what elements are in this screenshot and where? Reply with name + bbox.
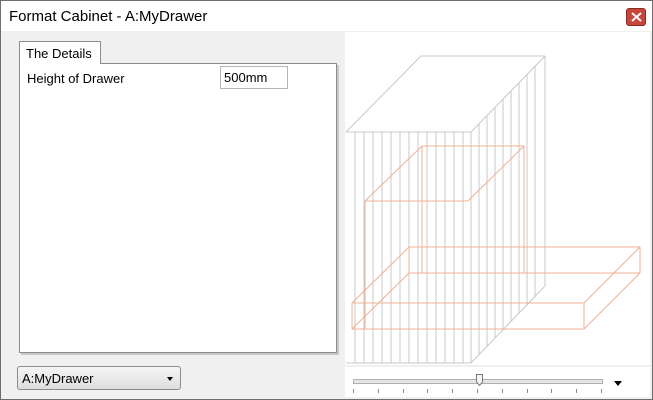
wireframe-edge xyxy=(470,55,546,133)
chevron-down-icon xyxy=(167,377,173,381)
slider-tick xyxy=(353,389,354,393)
wireframe-edge xyxy=(364,145,423,202)
title-bar: Format Cabinet - A:MyDrawer xyxy=(1,1,652,31)
cabinet-wireframe xyxy=(345,55,546,364)
zoom-slider-thumb[interactable] xyxy=(476,374,484,386)
slider-tick xyxy=(452,389,454,393)
slider-tick xyxy=(377,389,379,393)
zoom-slider-area xyxy=(345,367,650,397)
wireframe-preview xyxy=(345,55,641,364)
tab-the-details[interactable]: The Details xyxy=(19,41,101,64)
wireframe-edge xyxy=(467,145,525,202)
object-selector-dropdown[interactable]: A:MyDrawer xyxy=(17,366,181,390)
height-of-drawer-label: Height of Drawer xyxy=(27,71,125,86)
slider-tick xyxy=(501,389,503,393)
window-title: Format Cabinet - A:MyDrawer xyxy=(9,8,208,25)
wireframe-edge xyxy=(470,285,546,364)
slider-tick xyxy=(601,389,602,393)
height-of-drawer-input[interactable] xyxy=(220,66,288,89)
slider-tick xyxy=(551,389,553,393)
tab-label: The Details xyxy=(26,46,92,61)
slider-tick xyxy=(427,389,429,393)
format-cabinet-dialog: Format Cabinet - A:MyDrawer The Details … xyxy=(0,0,653,400)
triangle-down-icon[interactable] xyxy=(614,381,622,386)
wireframe-edge xyxy=(583,246,641,304)
close-icon xyxy=(631,12,642,22)
wireframe-edge xyxy=(583,272,641,330)
drawer-wireframe xyxy=(351,145,641,330)
slider-tick xyxy=(526,389,528,393)
slider-tick xyxy=(576,389,578,393)
tab-content: Height of Drawer xyxy=(19,63,337,353)
wireframe-edge xyxy=(345,55,422,133)
slider-tick xyxy=(477,389,478,393)
slider-tick xyxy=(402,389,404,393)
3d-preview-viewport[interactable] xyxy=(345,32,650,365)
close-button[interactable] xyxy=(626,8,646,26)
object-selector-value: A:MyDrawer xyxy=(22,371,94,386)
details-panel: The Details Height of Drawer xyxy=(19,41,339,355)
